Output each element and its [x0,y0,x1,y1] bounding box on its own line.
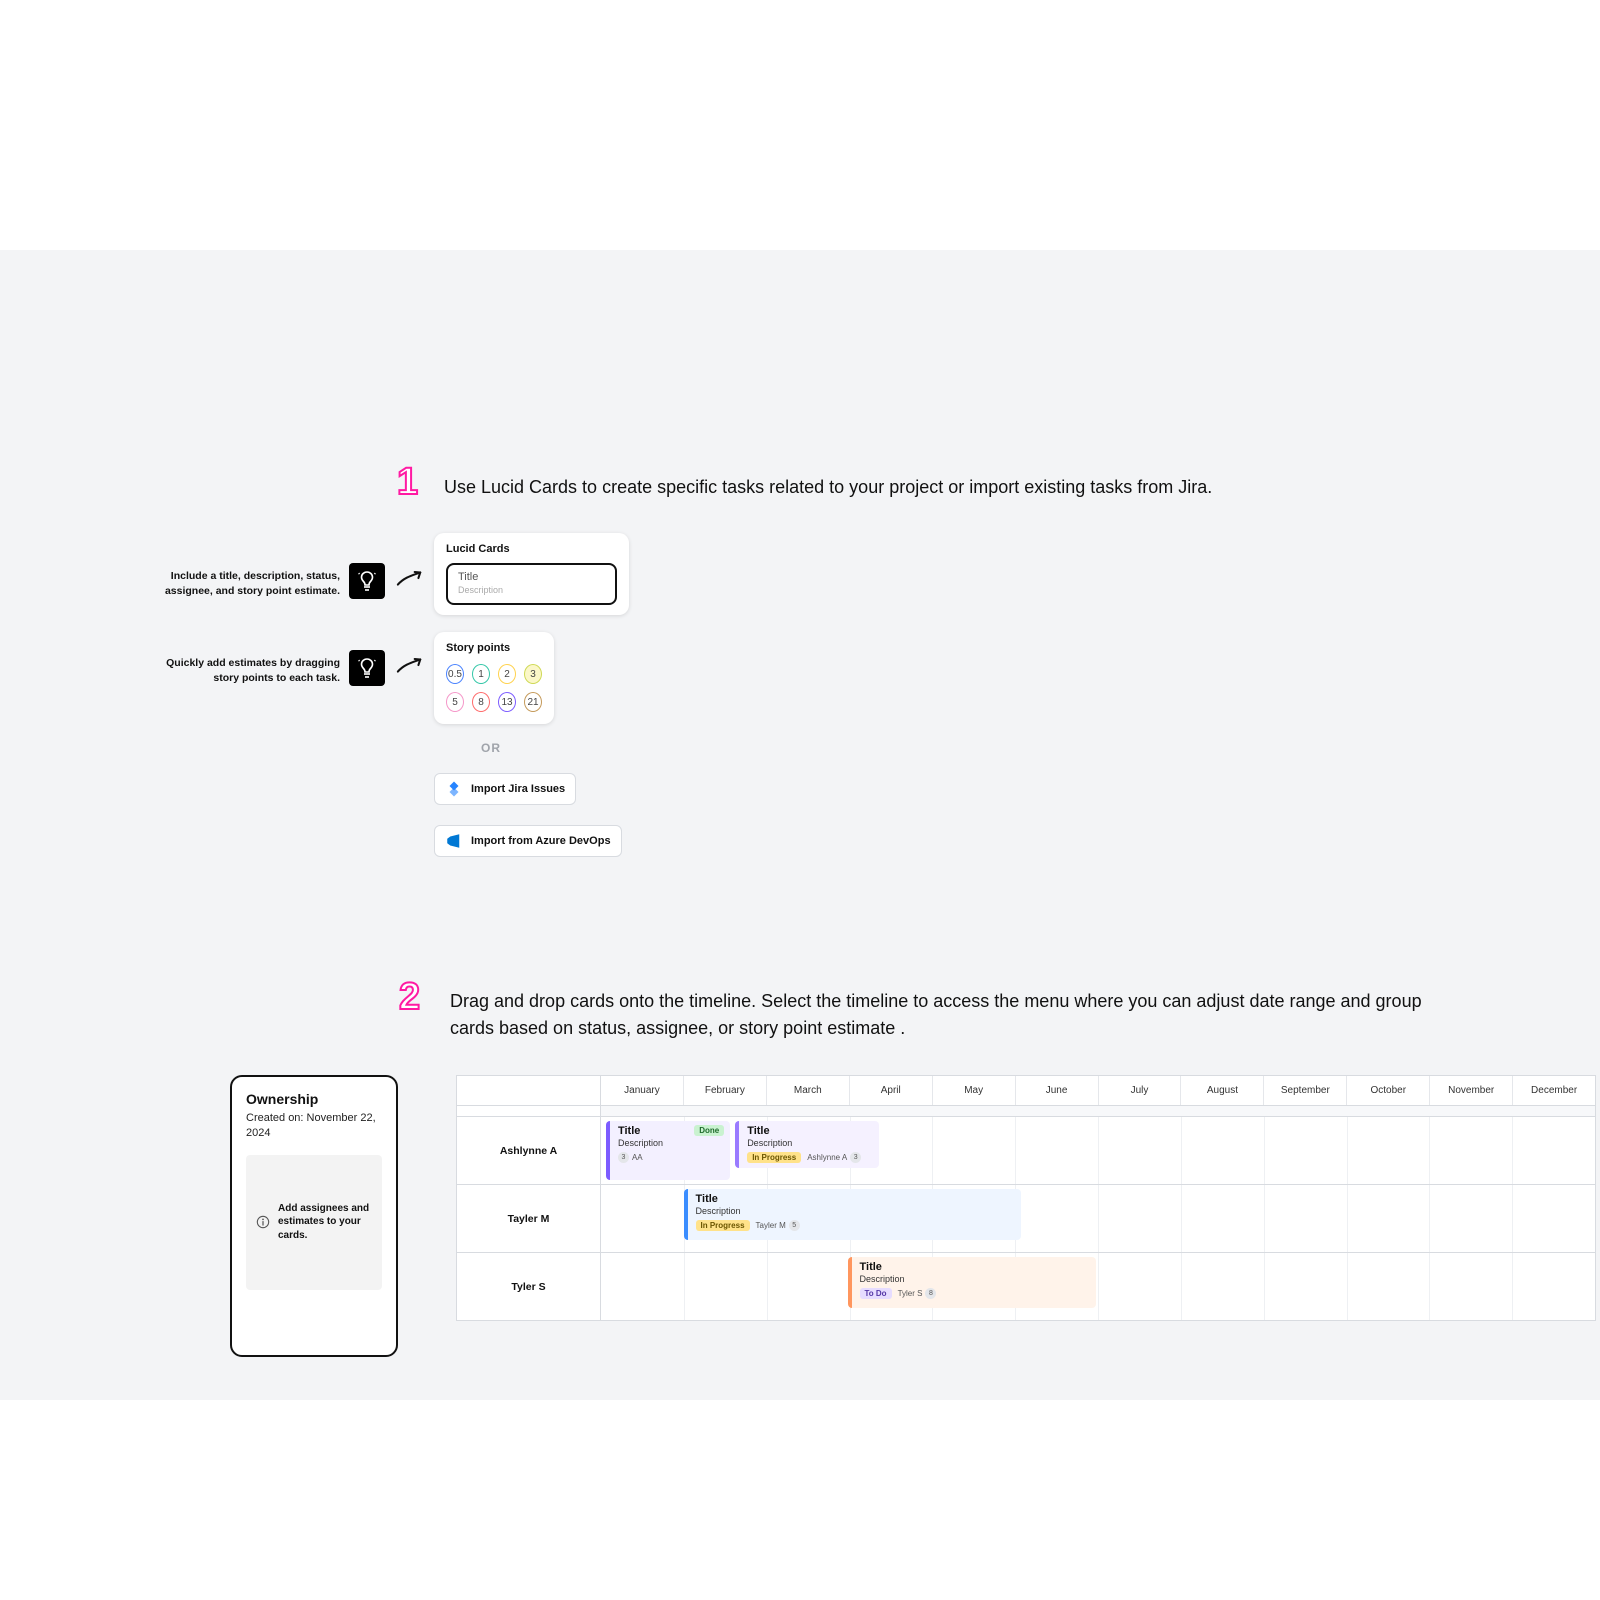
status-badge: In Progress [747,1152,801,1163]
month-header: November [1429,1076,1512,1105]
assignee-label: Tayler M [457,1185,601,1252]
assignee-label: Ashlynne A [457,1117,601,1184]
card-desc: Description [618,1138,722,1148]
story-points-panel: Story points 0.5 1 2 3 5 8 13 21 [434,632,554,724]
or-separator: OR [481,741,501,755]
month-header: September [1263,1076,1346,1105]
step-number-1: 1 [397,461,418,504]
step-2-text: Drag and drop cards onto the timeline. S… [450,988,1460,1042]
story-point-chip[interactable]: 21 [524,692,542,712]
month-header: May [932,1076,1015,1105]
story-point-chip[interactable]: 8 [472,692,490,712]
lucid-cards-panel: Lucid Cards Title Description [434,533,629,615]
timeline-row: Ashlynne A Done Title Description 3AA Ti… [457,1116,1595,1184]
story-points-title: Story points [446,642,542,654]
lightbulb-icon [349,563,385,599]
task-card[interactable]: Title Description In Progress Tayler M5 [684,1189,1022,1240]
card-desc: Description [696,1206,1014,1216]
story-point-chip[interactable]: 0.5 [446,664,464,684]
card-desc: Description [860,1274,1089,1284]
ownership-title: Ownership [246,1091,382,1107]
month-header: February [683,1076,766,1105]
month-header: December [1512,1076,1595,1105]
import-azure-label: Import from Azure DevOps [471,835,611,847]
month-header: January [601,1076,683,1105]
task-card[interactable]: Title Description To Do Tyler S8 [848,1257,1097,1308]
arrow-icon [396,568,424,590]
task-card[interactable]: Title Description In Progress Ashlynne A… [735,1121,879,1168]
card-assignee: Tayler M5 [756,1220,800,1231]
step-number-2: 2 [399,976,420,1019]
info-icon [256,1215,270,1229]
tip-2-text: Quickly add estimates by dragging story … [140,656,340,685]
ownership-created: Created on: November 22, 2024 [246,1111,382,1141]
card-title: Title [696,1193,1014,1205]
ownership-card: Ownership Created on: November 22, 2024 … [230,1075,398,1357]
tip-1-text: Include a title, description, status, as… [140,569,340,598]
month-header: April [849,1076,932,1105]
status-badge: To Do [860,1288,892,1299]
lightbulb-icon [349,650,385,686]
status-badge: Done [694,1125,724,1136]
card-desc: Description [747,1138,871,1148]
step-1-text: Use Lucid Cards to create specific tasks… [444,474,1324,501]
card-assignee: 3AA [618,1152,643,1163]
month-header: July [1098,1076,1181,1105]
card-title: Title [747,1125,871,1137]
story-point-chip[interactable]: 3 [524,664,542,684]
card-title: Title [860,1261,1089,1273]
import-azure-button[interactable]: Import from Azure DevOps [434,825,622,857]
story-point-chip[interactable]: 5 [446,692,464,712]
month-header: March [766,1076,849,1105]
timeline[interactable]: January February March April May June Ju… [456,1075,1596,1321]
story-point-chip[interactable]: 13 [498,692,516,712]
import-jira-label: Import Jira Issues [471,783,565,795]
story-point-chip[interactable]: 2 [498,664,516,684]
jira-icon [445,780,463,798]
status-badge: In Progress [696,1220,750,1231]
azure-devops-icon [445,832,463,850]
month-header: August [1180,1076,1263,1105]
import-jira-button[interactable]: Import Jira Issues [434,773,576,805]
lucid-cards-title: Lucid Cards [446,543,617,555]
month-header: October [1346,1076,1429,1105]
ownership-message: Add assignees and estimates to your card… [278,1202,372,1243]
timeline-row: Tyler S Title Description To Do Tyler S8 [457,1252,1595,1320]
story-point-chip[interactable]: 1 [472,664,490,684]
card-assignee: Tyler S8 [898,1288,937,1299]
month-header: June [1015,1076,1098,1105]
card-assignee: Ashlynne A3 [807,1152,861,1163]
timeline-row: Tayler M Title Description In Progress T… [457,1184,1595,1252]
assignee-label: Tyler S [457,1253,601,1320]
task-card[interactable]: Done Title Description 3AA [606,1121,730,1180]
arrow-icon [396,655,424,677]
task-desc-placeholder: Description [458,585,605,595]
task-title-placeholder: Title [458,571,605,583]
task-card-sketch: Title Description [446,563,617,605]
